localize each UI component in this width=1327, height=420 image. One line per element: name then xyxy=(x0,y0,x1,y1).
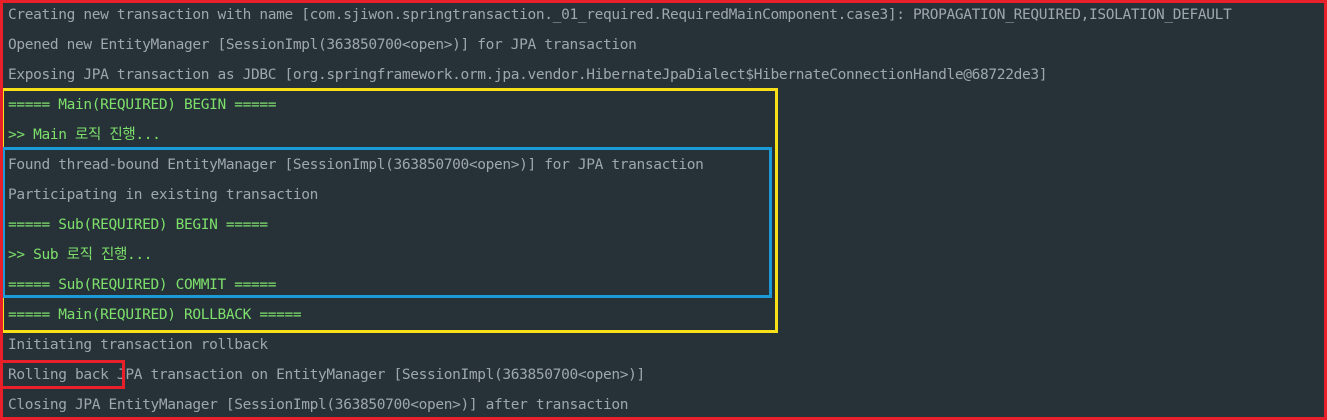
log-line-main-rollback: ===== Main(REQUIRED) ROLLBACK ===== xyxy=(8,307,302,323)
log-line-participating: Participating in existing transaction xyxy=(8,187,319,203)
log-line-sub-logic: >> Sub 로직 진행... xyxy=(8,247,153,263)
log-line-sub-begin: ===== Sub(REQUIRED) BEGIN ===== xyxy=(8,217,268,233)
console-output: Creating new transaction with name [com.… xyxy=(0,0,1327,420)
log-line-sub-commit: ===== Sub(REQUIRED) COMMIT ===== xyxy=(8,277,277,293)
log-line-opened-entity-manager: Opened new EntityManager [SessionImpl(36… xyxy=(8,37,637,53)
log-line-creating-transaction: Creating new transaction with name [com.… xyxy=(8,7,1232,23)
log-line-found-thread-bound: Found thread-bound EntityManager [Sessio… xyxy=(8,157,704,173)
log-line-rolling-back: Rolling back JPA transaction on EntityMa… xyxy=(8,367,645,383)
log-line-main-begin: ===== Main(REQUIRED) BEGIN ===== xyxy=(8,97,277,113)
log-line-closing-entity-manager: Closing JPA EntityManager [SessionImpl(3… xyxy=(8,397,629,413)
log-line-main-logic: >> Main 로직 진행... xyxy=(8,127,161,143)
log-line-initiating-rollback: Initiating transaction rollback xyxy=(8,337,268,353)
log-line-exposing-jdbc: Exposing JPA transaction as JDBC [org.sp… xyxy=(8,67,1048,83)
